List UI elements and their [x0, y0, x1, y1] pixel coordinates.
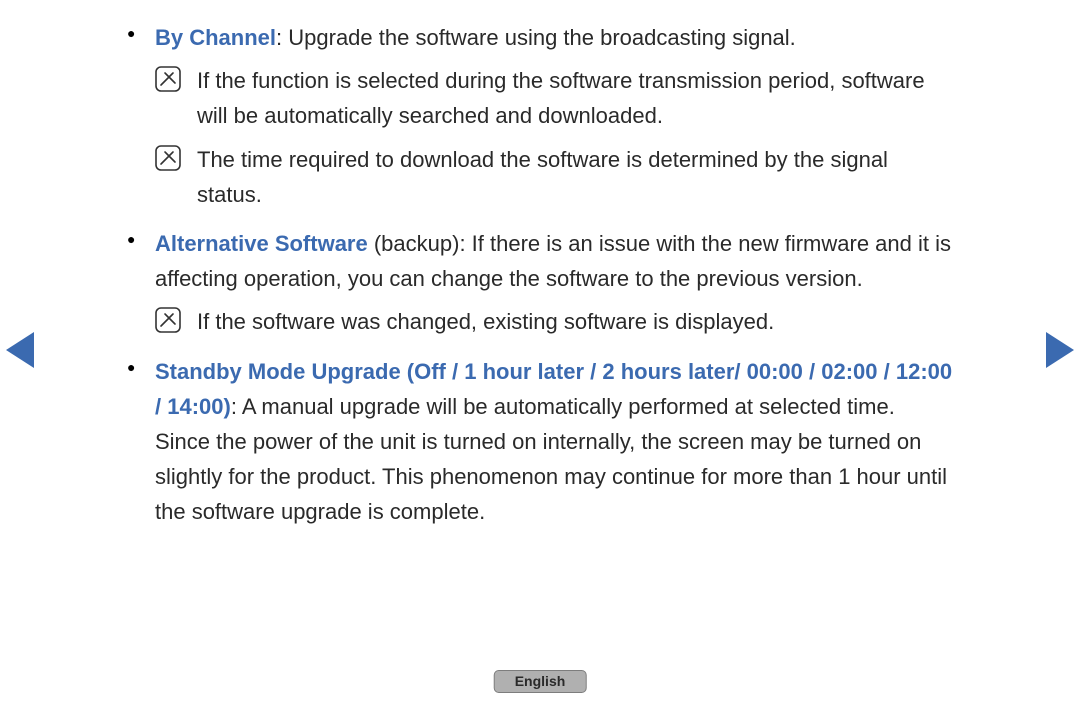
note-line: If the function is selected during the s… [197, 63, 955, 133]
list-item: By Channel: Upgrade the software using t… [155, 20, 955, 55]
note-text: If the function is selected during the s… [197, 68, 925, 128]
prev-page-arrow[interactable] [6, 332, 34, 368]
content-area: By Channel: Upgrade the software using t… [125, 20, 955, 537]
term-suffix: : A manual upgrade will be automatically… [155, 394, 947, 525]
note-icon [155, 307, 181, 333]
note-text: If the software was changed, existing so… [197, 309, 774, 334]
note-line: The time required to download the softwa… [197, 142, 955, 212]
list-item: Alternative Software (backup): If there … [155, 226, 955, 296]
note-line: If the software was changed, existing so… [197, 304, 955, 339]
term-label: By Channel [155, 25, 276, 50]
language-badge: English [494, 670, 587, 693]
note-icon [155, 145, 181, 171]
next-page-arrow[interactable] [1046, 332, 1074, 368]
note-icon [155, 66, 181, 92]
language-label: English [515, 673, 566, 689]
term-label: Alternative Software [155, 231, 368, 256]
note-text: The time required to download the softwa… [197, 147, 888, 207]
list-item: Standby Mode Upgrade (Off / 1 hour later… [155, 354, 955, 530]
term-suffix: : Upgrade the software using the broadca… [276, 25, 796, 50]
